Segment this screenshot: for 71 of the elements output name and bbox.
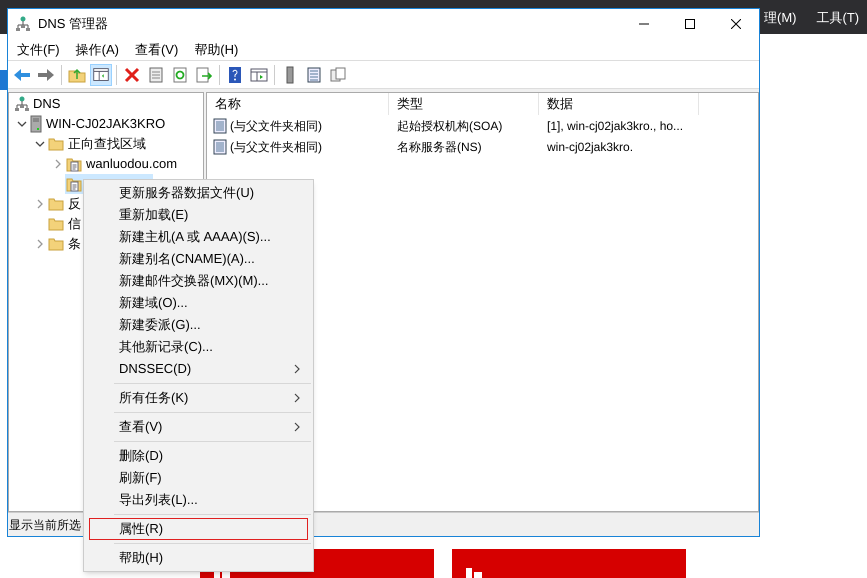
folder-document-icon [66,156,82,172]
context-menu-item[interactable]: 更新服务器数据文件(U) [89,182,308,204]
context-menu-item[interactable]: 删除(D) [89,445,308,467]
tree-item[interactable]: WIN-CJ02JAK3KRO [29,114,168,134]
context-menu-item[interactable]: 新建域(O)... [89,292,308,314]
server-icon [466,566,482,578]
tree-label: 反 [68,195,81,214]
maximize-icon [685,19,695,29]
close-icon [731,19,741,29]
chevron-right-icon[interactable] [53,159,63,169]
network-icon [16,16,30,32]
document-icon [213,138,227,154]
menu-item[interactable]: 帮助(H) [194,40,238,60]
chevron-right-icon [293,393,301,403]
table-cell-text: win-cj02jak3kro. [547,138,634,156]
menu-item[interactable]: 理(M) [764,8,796,28]
copy-icon[interactable] [328,64,348,84]
tree-item[interactable]: 正向查找区域 [47,134,148,154]
menu-item[interactable]: 文件(F) [17,40,60,60]
chevron-right-icon[interactable] [35,199,45,209]
context-menu-item[interactable]: 新建邮件交换器(MX)(M)... [89,270,308,292]
context-menu-item[interactable]: DNSSEC(D) [89,358,308,380]
menu-item[interactable]: 工具(T) [816,8,860,28]
folder-icon [48,137,64,151]
table-cell-text: 名称服务器(NS) [397,138,482,156]
folder-icon [48,237,64,251]
status-text: 显示当前所选 [8,516,81,534]
menu-item[interactable]: 操作(A) [76,40,119,60]
tree-label: 信 [68,215,81,234]
context-menu-item[interactable]: 属性(R) [89,518,308,540]
tree-label: WIN-CJ02JAK3KRO [46,115,166,134]
chevron-right-icon [293,422,301,432]
context-menu-item[interactable]: 新建别名(CNAME)(A)... [89,248,308,270]
context-menu-item[interactable]: 所有任务(K) [89,387,308,409]
menu-item[interactable]: 查看(V) [134,40,178,60]
server-icon [30,115,42,133]
table-cell-text: [1], win-cj02jak3kro., ho... [547,118,684,134]
tree-label: 条 [68,235,81,254]
context-menu-item[interactable]: 查看(V) [89,416,308,438]
context-menu-item[interactable]: 新建委派(G)... [89,314,308,336]
table-cell-text: 起始授权机构(SOA) [397,118,502,134]
chevron-right-icon [293,364,301,374]
chevron-right-icon[interactable] [35,239,45,249]
table-cell-text: (与父文件夹相同) [230,138,322,156]
context-menu-item[interactable]: 新建主机(A 或 AAAA)(S)... [89,226,308,248]
folder-document-icon [66,176,82,192]
context-menu-item[interactable]: 重新加载(E) [89,204,308,226]
server-tile[interactable] [452,549,686,578]
table-cell-text: (与父文件夹相同) [230,118,322,134]
context-menu-item[interactable]: 帮助(H) [89,547,308,569]
tree-label: wanluodou.com [86,155,178,174]
network-icon [15,96,29,112]
context-menu-item[interactable]: 其他新记录(C)... [89,336,308,358]
tree-item[interactable]: 信 [47,214,83,234]
document-icon [213,118,227,134]
tree-item[interactable]: 反 [47,194,83,214]
tree-item[interactable]: DNS [14,94,62,114]
tree-label: 正向查找区域 [68,135,146,154]
column-header[interactable]: 类型 [389,93,539,115]
folder-icon [48,217,64,231]
window-title: DNS 管理器 [38,15,108,34]
tree-item[interactable]: 条 [47,234,83,254]
export-icon[interactable] [194,64,214,84]
tree-label: DNS [33,95,60,114]
context-menu-item[interactable]: 刷新(F) [89,467,308,489]
folder-icon [48,197,64,211]
column-header[interactable]: 数据 [539,93,699,115]
tree-item[interactable]: wanluodou.com [65,154,180,174]
console-tree-icon[interactable] [90,64,112,86]
context-menu-item[interactable]: 导出列表(L)... [89,489,308,511]
column-header[interactable]: 名称 [207,93,389,115]
